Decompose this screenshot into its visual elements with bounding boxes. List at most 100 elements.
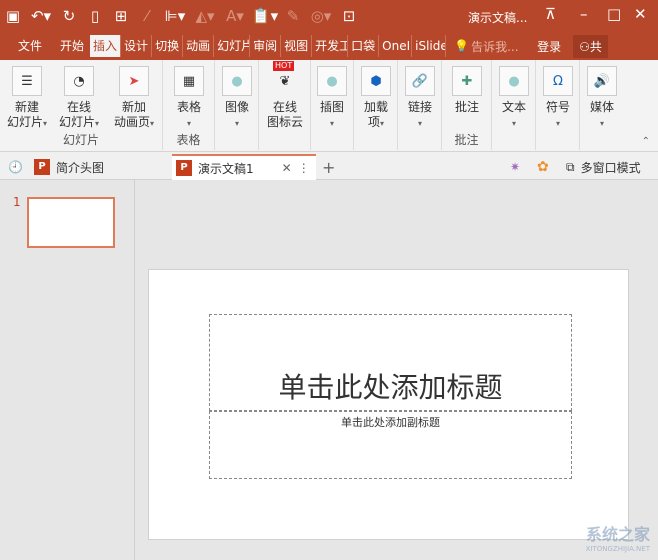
new-tab-button[interactable]: + <box>322 154 335 180</box>
minimize-button[interactable]: – <box>580 5 588 23</box>
ribbon-tabs: 文件 开始 插入 设计 切换 动画 幻灯片 审阅 视图 开发工 口袋 OneI … <box>0 32 658 60</box>
document-tabs: 🕘 P 简介头图 P 演示文稿1 ✕ ⋮ + ✷ ✿ ⧉ 多窗口模式 <box>0 152 658 180</box>
share-button[interactable]: ⚇共 <box>573 34 608 58</box>
addins-icon: ⬢ <box>361 66 391 96</box>
slide-thumbnail[interactable] <box>27 197 115 248</box>
new-animation-page-button[interactable]: ➤ 新加 动画页▾ <box>108 66 160 131</box>
tab-slideshow[interactable]: 幻灯片 <box>214 35 251 57</box>
fit-icon[interactable]: ⊡ <box>336 7 362 25</box>
images-button[interactable]: ● 图像 ▾ <box>220 66 254 131</box>
group-label: 幻灯片 <box>62 133 99 147</box>
history-icon[interactable]: 🕘 <box>8 154 23 180</box>
table-button[interactable]: ▦ 表格 ▾ <box>171 66 207 131</box>
icon-cloud-button[interactable]: ❦ HOT 在线 图标云 <box>265 61 305 130</box>
shape-icon[interactable]: ◎▾ <box>306 7 336 25</box>
maximize-button[interactable]: □ <box>607 5 621 23</box>
tab-animations[interactable]: 动画 <box>183 35 215 57</box>
group-images: ● 图像 ▾ <box>215 60 259 150</box>
tab-review[interactable]: 审阅 <box>250 35 282 57</box>
group-comments: ✚ 批注 批注 <box>442 60 492 150</box>
slide-number: 1 <box>13 195 21 209</box>
format-painter-icon[interactable]: ✎ <box>280 7 306 25</box>
undo-icon[interactable]: ↶▾ <box>26 7 56 25</box>
tab-developer[interactable]: 开发工 <box>312 35 349 57</box>
hot-badge: HOT <box>273 61 295 71</box>
subtitle-placeholder[interactable]: 单击此处添加副标题 <box>209 411 572 479</box>
slides-panel: 1 <box>0 180 135 560</box>
powerpoint-icon: P <box>176 160 192 176</box>
table-icon: ▦ <box>174 66 204 96</box>
multi-window-button[interactable]: ⧉ 多窗口模式 <box>566 154 641 180</box>
ribbon-display-icon[interactable]: ⊼ <box>545 5 556 23</box>
comment-button[interactable]: ✚ 批注 <box>448 66 486 115</box>
text-icon: ● <box>499 66 529 96</box>
tab-pocket[interactable]: 口袋 <box>348 35 380 57</box>
paste-icon[interactable]: 📋▾ <box>250 7 280 25</box>
tab-view[interactable]: 视图 <box>281 35 313 57</box>
new-icon[interactable]: ▯ <box>82 7 108 25</box>
group-illustrations: ● 插图 ▾ <box>311 60 354 150</box>
symbols-button[interactable]: Ω 符号 ▾ <box>540 66 576 131</box>
illustrations-icon: ● <box>317 66 347 96</box>
close-button[interactable]: ✕ <box>634 5 647 23</box>
windows-icon: ⧉ <box>566 159 575 174</box>
new-slide-button[interactable]: ☰ 新建 幻灯片▾ <box>4 66 50 131</box>
group-slides: ☰ 新建 幻灯片▾ ◔ 在线 幻灯片▾ ➤ 新加 动画页▾ 幻灯片 <box>0 60 163 150</box>
title-placeholder[interactable]: 单击此处添加标题 <box>209 314 572 411</box>
group-icon-cloud: ❦ HOT 在线 图标云 <box>259 60 311 150</box>
magic-wand-icon[interactable]: ✷ <box>510 154 520 180</box>
speaker-icon: 🔊 <box>587 66 617 96</box>
presentation-icon: ◔ <box>64 66 94 96</box>
watermark-logo: 系统之家 XITONGZHIJIA.NET <box>585 525 650 554</box>
addins-button[interactable]: ⬢ 加载 项▾ <box>358 66 394 131</box>
tab-onenote[interactable]: OneI <box>379 35 413 57</box>
group-table: ▦ 表格 ▾ 表格 <box>163 60 215 150</box>
redo-icon[interactable]: ↻ <box>56 7 82 25</box>
group-label: 表格 <box>176 133 201 147</box>
settings-icon[interactable]: ✿ <box>537 154 549 180</box>
person-icon: ⚇ <box>579 39 590 54</box>
link-icon: 🔗 <box>405 66 435 96</box>
save-icon[interactable]: ▣ <box>0 7 26 25</box>
tab-home[interactable]: 开始 <box>54 35 90 57</box>
tab-transitions[interactable]: 切换 <box>152 35 184 57</box>
group-text: ● 文本 ▾ <box>492 60 536 150</box>
tab-islide[interactable]: iSlide <box>412 35 447 57</box>
group-addins: ⬢ 加载 项▾ <box>354 60 398 150</box>
grid-icon[interactable]: ⊞ <box>108 7 134 25</box>
tell-me-input[interactable]: 告诉我... <box>471 38 533 55</box>
doc-tab-active[interactable]: P 演示文稿1 ✕ ⋮ <box>172 154 316 180</box>
omega-icon: Ω <box>543 66 573 96</box>
group-symbols: Ω 符号 ▾ <box>536 60 580 150</box>
ribbon: ☰ 新建 幻灯片▾ ◔ 在线 幻灯片▾ ➤ 新加 动画页▾ 幻灯片 ▦ 表格 ▾ 表格 ●… <box>0 60 658 152</box>
media-button[interactable]: 🔊 媒体 ▾ <box>584 66 620 131</box>
close-tab-icon[interactable]: ✕ <box>282 161 292 175</box>
group-media: 🔊 媒体 ▾ <box>580 60 624 150</box>
window-title: 演示文稿... <box>468 11 528 25</box>
tab-insert[interactable]: 插入 <box>90 35 122 57</box>
slide-canvas: 单击此处添加标题 单击此处添加副标题 <box>148 269 629 540</box>
fill-icon[interactable]: ◭▾ <box>190 7 220 25</box>
align-icon[interactable]: ⊫▾ <box>160 7 190 25</box>
images-icon: ● <box>222 66 252 96</box>
new-slide-icon: ☰ <box>12 66 42 96</box>
illustrations-button[interactable]: ● 插图 ▾ <box>315 66 349 131</box>
tab-file[interactable]: 文件 <box>0 35 54 57</box>
comment-icon: ✚ <box>452 66 482 96</box>
font-color-icon[interactable]: A▾ <box>220 7 250 25</box>
title-bar: ▣ ↶▾ ↻ ▯ ⊞ ⁄ ⊫▾ ◭▾ A▾ 📋▾ ✎ ◎▾ ⊡ 演示文稿... … <box>0 0 658 32</box>
text-button[interactable]: ● 文本 ▾ <box>496 66 532 131</box>
doc-tab[interactable]: P 简介头图 <box>34 154 104 180</box>
group-label: 批注 <box>454 133 479 147</box>
powerpoint-icon: P <box>34 159 50 175</box>
login-link[interactable]: 登录 <box>537 38 561 55</box>
leaf-icon: ❦ HOT <box>273 61 295 89</box>
tab-design[interactable]: 设计 <box>121 35 153 57</box>
lightbulb-icon: 💡 <box>454 39 470 53</box>
more-icon[interactable]: ⋮ <box>298 161 310 175</box>
links-button[interactable]: 🔗 链接 ▾ <box>402 66 438 131</box>
animation-page-icon: ➤ <box>119 66 149 96</box>
collapse-ribbon-icon[interactable]: ⌃ <box>642 136 650 147</box>
eyedropper-icon[interactable]: ⁄ <box>134 7 160 25</box>
online-slide-button[interactable]: ◔ 在线 幻灯片▾ <box>54 66 104 131</box>
